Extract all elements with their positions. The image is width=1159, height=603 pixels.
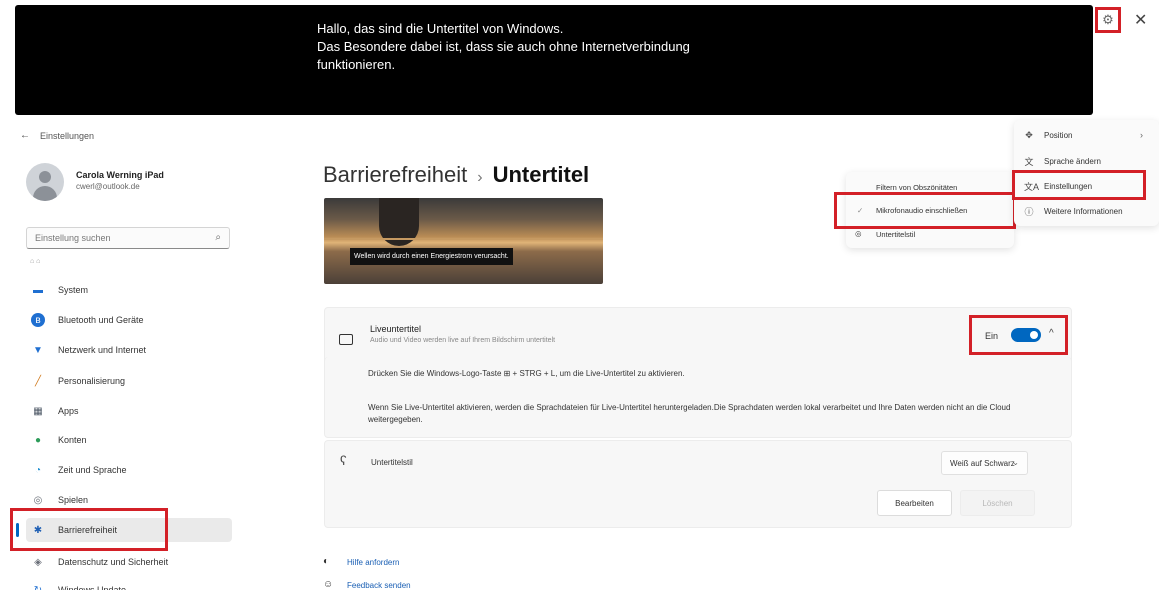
language-icon: 文 (1024, 157, 1034, 167)
caption-close-icon[interactable]: ✕ (1134, 10, 1147, 30)
caption-style-select[interactable]: Weiß auf Schwarz ⌄ (941, 451, 1028, 475)
menu-item-label: Sprache ändern (1044, 157, 1101, 166)
shortcut-hint: Drücken Sie die Windows-Logo-Taste ⊞ + S… (368, 369, 685, 378)
window-title: Einstellungen (40, 131, 95, 141)
breadcrumb: Barrierefreiheit › Untertitel (323, 162, 589, 188)
brush-icon: ╱ (34, 375, 42, 387)
menu-item-label: Weitere Informationen (1044, 207, 1123, 216)
sidebar-item-label: Zeit und Sprache (58, 465, 127, 475)
sidebar-item-personalization[interactable]: ╱ Personalisierung (26, 369, 232, 393)
highlight-box-mic-audio (834, 192, 1016, 229)
user-name: Carola Werning iPad (76, 170, 164, 180)
sidebar-item-bluetooth[interactable]: ʙ Bluetooth und Geräte (26, 308, 232, 332)
preview-caption-text: Wellen wird durch einen Energiestrom ver… (350, 248, 513, 265)
caption-preview-image: Wellen wird durch einen Energiestrom ver… (324, 198, 603, 284)
sidebar-item-time-language[interactable]: ◔ Zeit und Sprache (26, 458, 232, 482)
move-icon: ✥ (1025, 130, 1033, 140)
info-icon: ⓘ (1024, 207, 1034, 217)
sidebar-item-label: Personalisierung (58, 376, 126, 386)
caption-settings-gear-icon[interactable]: ⚙ (1095, 7, 1121, 33)
live-captions-subtitle: Audio und Video werden live auf Ihrem Bi… (370, 337, 556, 344)
redaction-patch (35, 590, 213, 603)
page-title: Untertitel (492, 162, 590, 187)
delete-button[interactable]: Löschen (960, 490, 1035, 516)
preview-railing (324, 238, 603, 240)
feedback-link[interactable]: Feedback senden (347, 581, 411, 590)
caption-line: Hallo, das sind die Untertitel von Windo… (317, 21, 564, 36)
wifi-icon: ▼ (33, 344, 43, 356)
redaction-patch (241, 590, 419, 603)
sidebar-item-label: Spielen (58, 495, 89, 505)
live-captions-title: Liveuntertitel (370, 324, 422, 334)
monitor-icon: ▬ (33, 284, 43, 296)
sidebar-item-label: Bluetooth und Geräte (58, 315, 144, 325)
sidebar-item-accounts[interactable]: ● Konten (26, 428, 232, 452)
sidebar-item-cut: ⌂ ⌂ (30, 258, 41, 265)
sidebar-item-label: Konten (58, 435, 87, 445)
sidebar-item-apps[interactable]: ▦ Apps (26, 399, 232, 423)
gamepad-icon: ◎ (33, 494, 43, 506)
captions-icon (339, 334, 353, 345)
help-icon: ◐ (323, 556, 330, 567)
user-email: cwerl@outlook.de (76, 182, 140, 191)
help-link[interactable]: Hilfe anfordern (347, 558, 399, 567)
breadcrumb-parent[interactable]: Barrierefreiheit (323, 162, 467, 187)
privacy-info: Wenn Sie Live-Untertitel aktivieren, wer… (368, 403, 1011, 424)
highlight-box-settings (1012, 170, 1146, 200)
menu-item-position[interactable]: ✥ Position (1024, 130, 1072, 141)
sidebar-item-label: Datenschutz und Sicherheit (58, 557, 169, 567)
menu-item-more-info[interactable]: ⓘ Weitere Informationen (1024, 205, 1123, 218)
feedback-icon: ☺ (323, 579, 334, 590)
sidebar-item-label: System (58, 285, 89, 295)
caption-line: funktionieren. (317, 57, 396, 72)
highlight-box-toggle (969, 315, 1068, 355)
sidebar-item-network[interactable]: ▼ Netzwerk und Internet (26, 338, 232, 362)
avatar (26, 163, 64, 201)
edit-button[interactable]: Bearbeiten (877, 490, 952, 516)
bluetooth-icon: ʙ (31, 313, 45, 327)
menu-item-change-language[interactable]: 文 Sprache ändern (1024, 155, 1101, 168)
submenu-item-caption-style[interactable]: Untertitelstil (876, 230, 915, 239)
sidebar-item-label: Apps (58, 406, 79, 416)
apps-icon: ▦ (33, 405, 43, 417)
search-input[interactable]: Einstellung suchen ⌕ (26, 227, 230, 249)
back-arrow-icon[interactable]: ← (20, 130, 30, 141)
sidebar-item-privacy[interactable]: ◈ Datenschutz und Sicherheit (26, 550, 232, 574)
menu-item-label: Position (1044, 131, 1073, 140)
sidebar-item-label: Netzwerk und Internet (58, 345, 147, 355)
caption-style-icon: ◎ (855, 229, 862, 238)
search-icon: ⌕ (215, 232, 221, 243)
breadcrumb-separator: › (477, 169, 483, 186)
submenu-item-profanity-filter[interactable]: Filtern von Obszönitäten (876, 183, 957, 192)
chevron-down-icon: ⌄ (1012, 458, 1019, 467)
shield-icon: ◈ (34, 556, 42, 568)
palette-icon: ʕ (340, 453, 347, 468)
chevron-right-icon: › (1140, 130, 1143, 140)
caption-line: Das Besondere dabei ist, dass sie auch o… (317, 39, 690, 54)
caption-style-label: Untertitelstil (371, 458, 413, 467)
highlight-box-accessibility (10, 508, 168, 551)
caption-text: Hallo, das sind die Untertitel von Windo… (317, 20, 690, 74)
caption-style-value: Weiß auf Schwarz (950, 459, 1015, 468)
globe-clock-icon: ◔ (34, 464, 42, 476)
search-placeholder: Einstellung suchen (35, 233, 111, 243)
sidebar-item-system[interactable]: ▬ System (26, 278, 232, 302)
person-icon: ● (34, 434, 42, 446)
